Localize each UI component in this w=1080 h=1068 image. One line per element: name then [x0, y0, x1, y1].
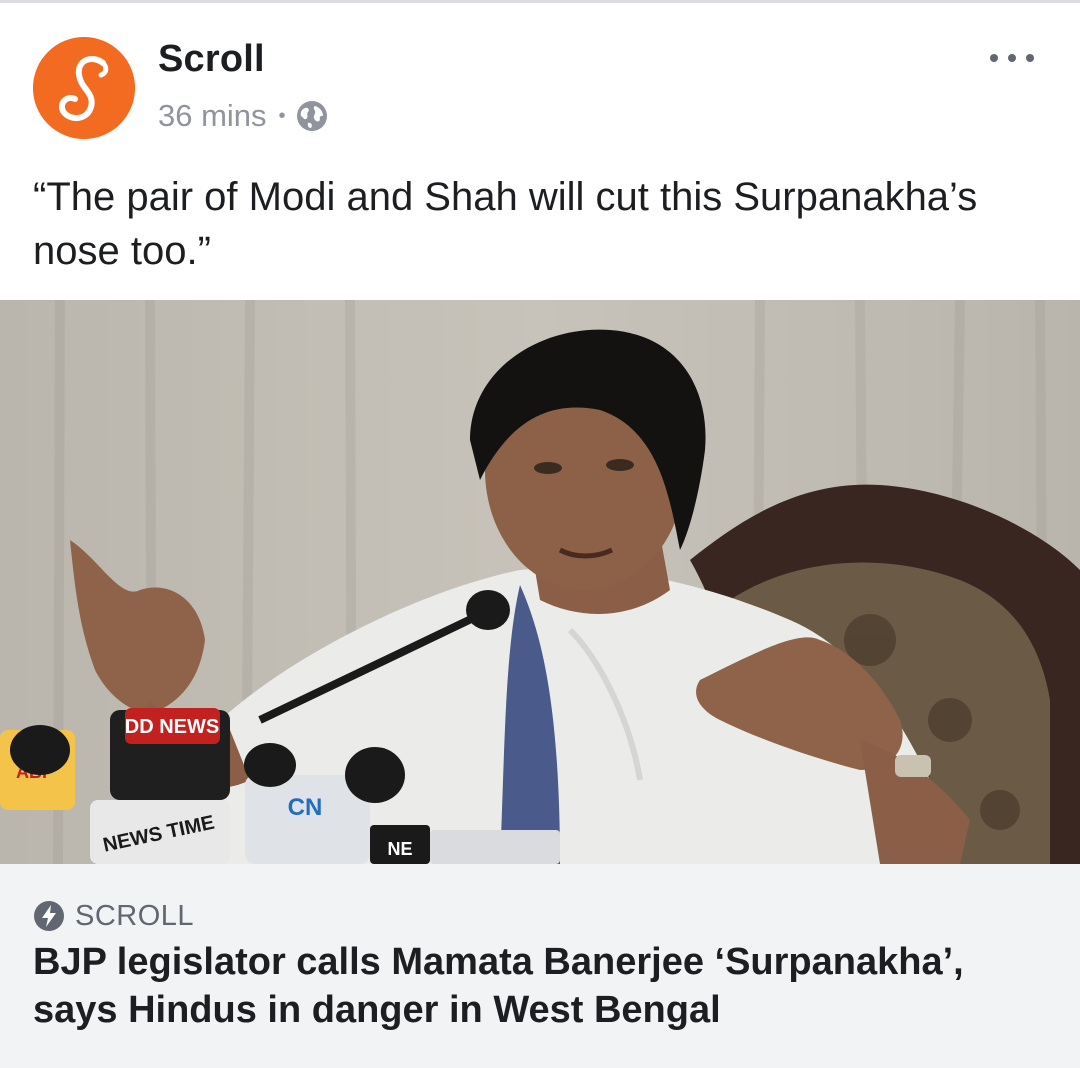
feed-post: Scroll 36 mins • “The pair of Modi and S…: [0, 0, 1080, 1068]
post-caption: “The pair of Modi and Shah will cut this…: [33, 175, 978, 273]
link-preview-image[interactable]: DD NEWS ABP NEWS TIME CN NE: [0, 300, 1080, 864]
globe-icon: [296, 100, 328, 132]
link-source: SCROLL: [33, 898, 194, 934]
post-meta: 36 mins •: [158, 96, 328, 136]
timestamp[interactable]: 36 mins: [158, 98, 267, 134]
more-options-icon[interactable]: [990, 46, 1034, 70]
instant-article-bolt-icon: [33, 900, 65, 932]
link-source-label: SCROLL: [75, 899, 195, 932]
page-name[interactable]: Scroll: [158, 38, 265, 81]
scroll-logo-icon: [33, 37, 135, 139]
link-headline[interactable]: BJP legislator calls Mamata Banerjee ‘Su…: [33, 938, 1053, 1034]
mic-label: CN: [288, 794, 323, 821]
mic-label: NE: [387, 839, 412, 859]
post-header: Scroll 36 mins •: [0, 0, 1080, 160]
meta-separator: •: [278, 104, 286, 127]
mic-label: DD NEWS: [125, 716, 219, 738]
page-avatar[interactable]: [33, 37, 135, 139]
